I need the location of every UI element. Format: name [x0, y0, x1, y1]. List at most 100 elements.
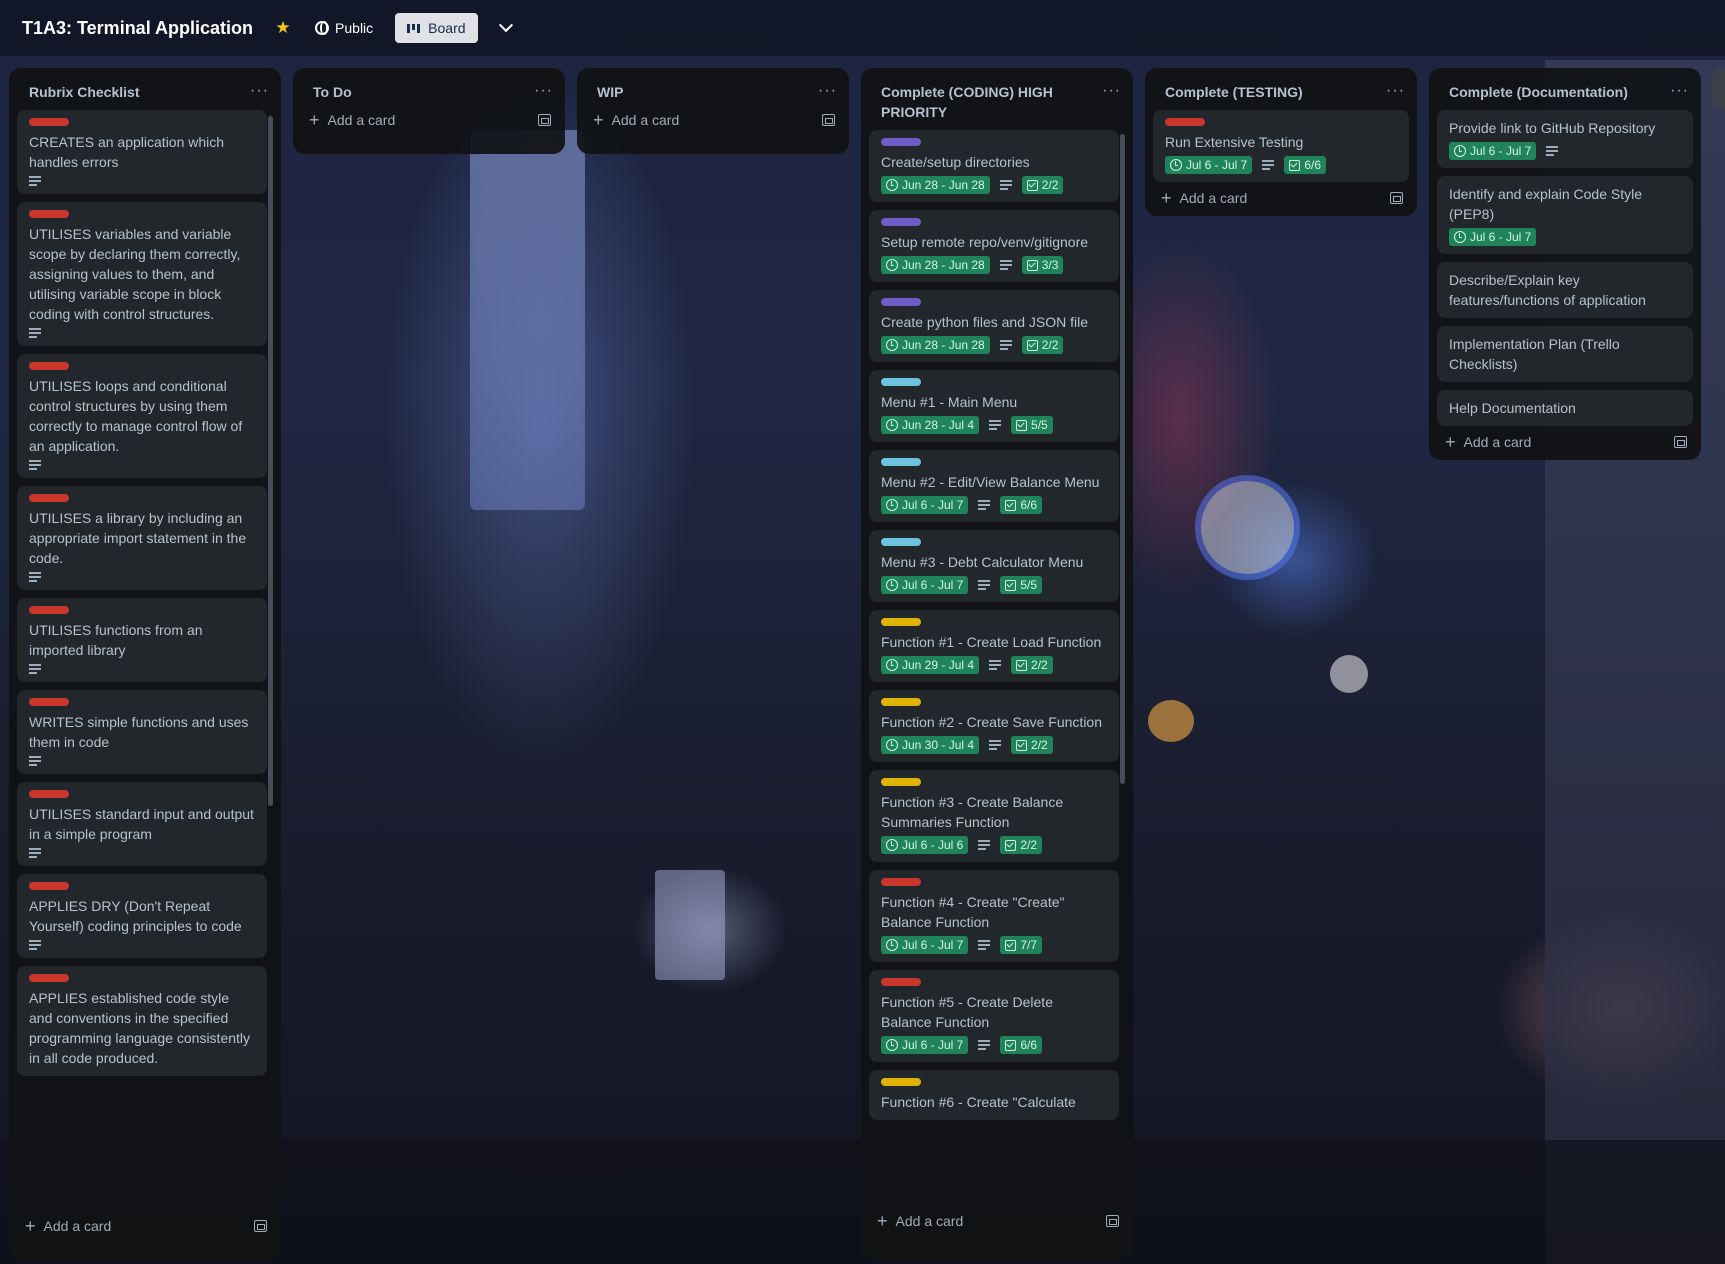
more-options-icon[interactable]: ···	[1102, 83, 1121, 99]
due-date-badge[interactable]: Jul 6 - Jul 7	[881, 496, 969, 514]
list-title[interactable]: Complete (TESTING)	[1165, 82, 1303, 102]
due-date-text: Jul 6 - Jul 7	[1470, 230, 1532, 244]
description-icon	[978, 1040, 991, 1050]
add-card-button[interactable]: + Add a card	[593, 111, 679, 129]
card[interactable]: Identify and explain Code Style (PEP8) Ju…	[1437, 176, 1693, 254]
card-template-icon[interactable]	[1106, 1215, 1119, 1227]
card[interactable]: Create/setup directories Jun 28 - Jun 28 2…	[869, 130, 1119, 202]
due-date-badge[interactable]: Jun 28 - Jun 28	[881, 256, 990, 274]
more-options-icon[interactable]: ···	[250, 83, 269, 99]
card[interactable]: APPLIES established code style and conve…	[17, 966, 267, 1076]
list-scrollbar[interactable]	[268, 116, 273, 806]
card[interactable]: Setup remote repo/venv/gitignore Jun 28 -…	[869, 210, 1119, 282]
list-title[interactable]: Complete (Documentation)	[1449, 82, 1628, 102]
card[interactable]: Menu #1 - Main Menu Jun 28 - Jul 4 5/5	[869, 370, 1119, 442]
more-options-icon[interactable]: ···	[1670, 83, 1689, 99]
card[interactable]: Menu #2 - Edit/View Balance Menu Jul 6 - …	[869, 450, 1119, 522]
add-card-button[interactable]: + Add a card	[1445, 433, 1531, 451]
due-date-badge[interactable]: Jul 6 - Jul 7	[1165, 156, 1253, 174]
label-red	[29, 698, 69, 706]
add-card-label: Add a card	[895, 1213, 964, 1229]
add-card-button[interactable]: + Add a card	[1161, 189, 1247, 207]
more-options-icon[interactable]: ···	[1386, 83, 1405, 99]
add-card-button[interactable]: + Add a card	[877, 1212, 964, 1230]
add-card-label: Add a card	[43, 1218, 112, 1234]
due-date-badge[interactable]: Jun 28 - Jun 28	[881, 336, 990, 354]
more-options-icon[interactable]: ···	[818, 83, 837, 99]
card[interactable]: UTILISES loops and conditional control s…	[17, 354, 267, 478]
checklist-count: 2/2	[1041, 338, 1059, 352]
label-yellow	[881, 698, 921, 706]
card[interactable]: UTILISES a library by including an appro…	[17, 486, 267, 590]
card[interactable]: Run Extensive Testing Jul 6 - Jul 7 6/6	[1153, 110, 1409, 182]
label-red	[1165, 118, 1205, 126]
card-template-icon[interactable]	[538, 114, 551, 126]
card[interactable]: Function #3 - Create Balance Summaries F…	[869, 770, 1119, 862]
card[interactable]: CREATES an application which handles err…	[17, 110, 267, 194]
clock-icon	[886, 499, 898, 511]
board-title[interactable]: T1A3: Terminal Application	[22, 18, 253, 39]
list-title[interactable]: Rubrix Checklist	[29, 82, 139, 102]
due-date-badge[interactable]: Jul 6 - Jul 7	[881, 1036, 969, 1054]
add-card-button[interactable]: + Add a card	[309, 111, 395, 129]
card[interactable]: UTILISES functions from an imported libr…	[17, 598, 267, 682]
card-title: Menu #3 - Debt Calculator Menu	[881, 554, 1084, 570]
card[interactable]: Provide link to GitHub Repository Jul 6 -…	[1437, 110, 1693, 168]
label-yellow	[881, 778, 921, 786]
checklist-badge: 6/6	[1000, 1036, 1043, 1054]
description-icon	[999, 260, 1012, 270]
card-template-icon[interactable]	[1390, 192, 1403, 204]
due-date-text: Jul 6 - Jul 7	[1470, 144, 1532, 158]
card[interactable]: Function #5 - Create Delete Balance Func…	[869, 970, 1119, 1062]
card-template-icon[interactable]	[1674, 436, 1687, 448]
add-card-button[interactable]: + Add a card	[25, 1217, 112, 1235]
due-date-badge[interactable]: Jun 28 - Jun 28	[881, 176, 990, 194]
due-date-badge[interactable]: Jul 6 - Jul 7	[881, 936, 969, 954]
globe-icon	[315, 21, 330, 35]
checklist-badge: 2/2	[1011, 736, 1053, 754]
card-template-icon[interactable]	[822, 114, 835, 126]
checklist-badge: 6/6	[1284, 156, 1327, 174]
due-date-badge[interactable]: Jun 28 - Jul 4	[881, 416, 980, 434]
clock-icon	[886, 179, 898, 191]
star-icon[interactable]: ★	[273, 18, 293, 38]
due-date-badge[interactable]: Jul 6 - Jul 7	[1449, 142, 1537, 160]
card[interactable]: UTILISES standard input and output in a …	[17, 782, 267, 866]
card-title: Provide link to GitHub Repository	[1449, 120, 1656, 136]
chevron-down-icon[interactable]	[492, 14, 520, 42]
card[interactable]: Function #6 - Create "Calculate	[869, 1070, 1119, 1120]
due-date-badge[interactable]: Jun 29 - Jul 4	[881, 656, 980, 674]
list-scrollbar[interactable]	[1120, 134, 1125, 784]
card-title: Function #6 - Create "Calculate	[881, 1094, 1076, 1110]
card[interactable]: Function #4 - Create "Create" Balance Fu…	[869, 870, 1119, 962]
visibility-button[interactable]: Public	[307, 14, 381, 42]
more-options-icon[interactable]: ···	[534, 83, 553, 99]
card-title: Setup remote repo/venv/gitignore	[881, 234, 1089, 250]
due-date-badge[interactable]: Jun 30 - Jul 4	[881, 736, 980, 754]
description-icon	[978, 500, 991, 510]
card[interactable]: Help Documentation	[1437, 390, 1693, 426]
card-template-icon[interactable]	[254, 1220, 267, 1232]
checklist-icon	[1016, 419, 1028, 431]
card[interactable]: Menu #3 - Debt Calculator Menu Jul 6 - Ju…	[869, 530, 1119, 602]
due-date-badge[interactable]: Jul 6 - Jul 6	[881, 836, 969, 854]
card-title: Run Extensive Testing	[1165, 134, 1304, 150]
due-date-badge[interactable]: Jul 6 - Jul 7	[881, 576, 969, 594]
card[interactable]: Implementation Plan (Trello Checklists)	[1437, 326, 1693, 382]
board-view-button[interactable]: Board	[395, 13, 478, 43]
list-title[interactable]: WIP	[597, 82, 623, 102]
list-title[interactable]: To Do	[313, 82, 352, 102]
next-list-edge[interactable]	[1713, 68, 1725, 110]
card[interactable]: Describe/Explain key features/functions …	[1437, 262, 1693, 318]
list-rubrix-checklist: Rubrix Checklist ··· CREATES an applicat…	[9, 68, 281, 1260]
due-date-text: Jun 29 - Jul 4	[902, 658, 975, 672]
due-date-badge[interactable]: Jul 6 - Jul 7	[1449, 228, 1537, 246]
card[interactable]: Function #1 - Create Load Function Jun 29…	[869, 610, 1119, 682]
checklist-icon	[1005, 839, 1017, 851]
card[interactable]: WRITES simple functions and uses them in…	[17, 690, 267, 774]
card[interactable]: Create python files and JSON file Jun 28 …	[869, 290, 1119, 362]
list-title[interactable]: Complete (CODING) HIGH PRIORITY	[881, 82, 1081, 122]
card[interactable]: Function #2 - Create Save Function Jun 30…	[869, 690, 1119, 762]
card[interactable]: APPLIES DRY (Don't Repeat Yourself) codi…	[17, 874, 267, 958]
card[interactable]: UTILISES variables and variable scope by…	[17, 202, 267, 346]
